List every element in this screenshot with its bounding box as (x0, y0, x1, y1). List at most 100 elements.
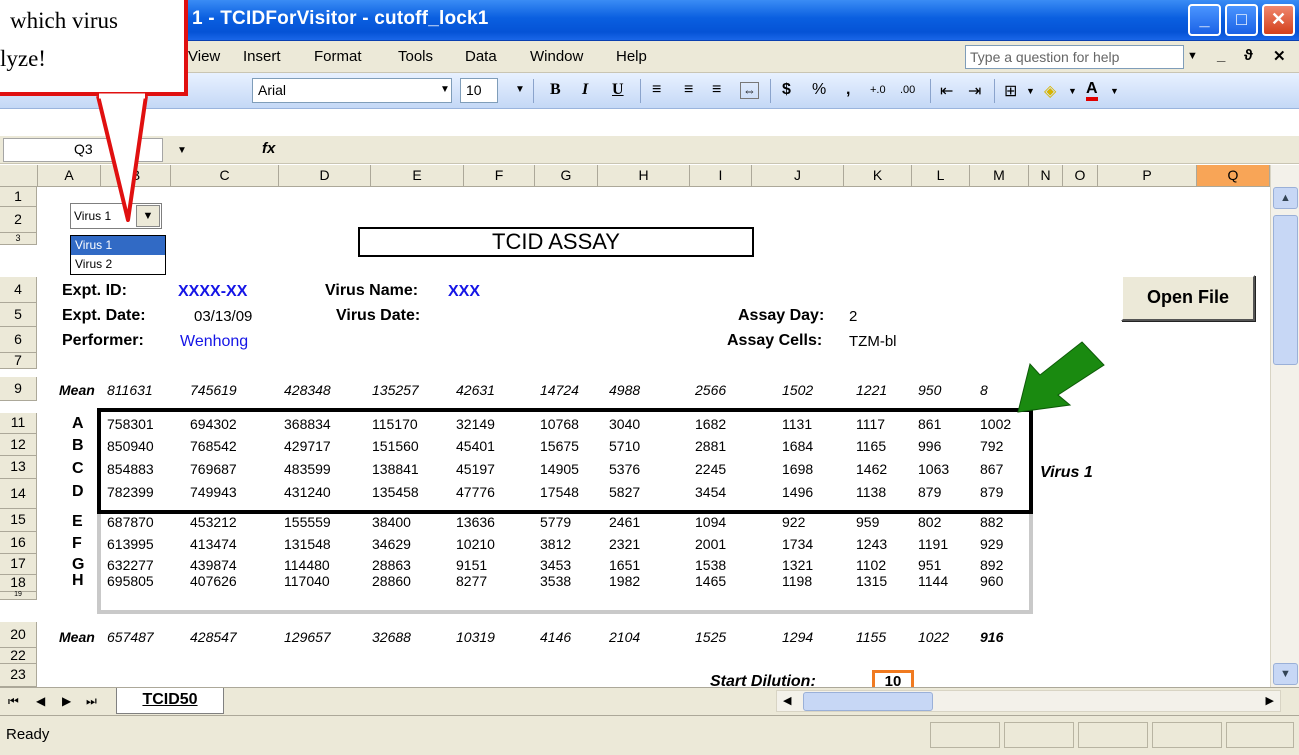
decrease-decimal-button[interactable]: .00 (900, 84, 915, 96)
row-header[interactable]: 6 (0, 327, 37, 353)
close-button[interactable]: ✕ (1262, 4, 1295, 36)
row-header[interactable]: 22 (0, 648, 37, 664)
performer-value[interactable]: Wenhong (180, 333, 248, 351)
decrease-indent-icon[interactable]: ⇤ (940, 81, 953, 101)
menu-format[interactable]: Format (314, 48, 362, 65)
chevron-down-icon[interactable]: ▼ (136, 205, 160, 227)
menu-insert[interactable]: Insert (243, 48, 281, 65)
doc-minimize-button[interactable]: _ (1217, 47, 1225, 64)
font-size-select[interactable]: 10 (460, 78, 498, 103)
doc-restore-button[interactable]: ϑ (1244, 47, 1253, 64)
menu-window[interactable]: Window (530, 48, 583, 65)
column-header[interactable]: F (464, 165, 535, 187)
italic-button[interactable]: I (582, 81, 588, 99)
scroll-right-icon[interactable]: ▶ (1266, 694, 1274, 707)
align-center-icon[interactable]: ≡ (684, 81, 693, 99)
row-header[interactable]: 2 (0, 207, 37, 233)
row-header[interactable]: 7 (0, 353, 37, 369)
last-sheet-icon[interactable]: ⏭ (86, 694, 97, 709)
scroll-thumb[interactable] (803, 692, 933, 711)
row-header[interactable]: 15 (0, 509, 37, 532)
column-header[interactable]: D (279, 165, 371, 187)
fill-color-icon[interactable]: ◈ (1044, 81, 1056, 101)
font-color-button[interactable]: A (1086, 81, 1098, 101)
row-header[interactable]: 4 (0, 277, 37, 303)
expt-id-value[interactable]: XXXX-XX (178, 283, 247, 301)
row-header[interactable]: 18 (0, 575, 37, 592)
currency-button[interactable]: $ (782, 81, 791, 99)
virus-option[interactable]: Virus 2 (71, 255, 165, 274)
name-box[interactable]: Q3 (3, 138, 163, 162)
menu-help[interactable]: Help (616, 48, 647, 65)
align-left-icon[interactable]: ≡ (652, 81, 661, 99)
column-header[interactable]: K (844, 165, 912, 187)
select-all-corner[interactable] (0, 165, 38, 187)
virus-options-list[interactable]: Virus 1 Virus 2 (70, 235, 166, 275)
row-header[interactable]: 3 (0, 233, 37, 245)
column-header-active[interactable]: Q (1197, 165, 1270, 187)
column-header[interactable]: O (1063, 165, 1098, 187)
scroll-thumb[interactable] (1273, 215, 1298, 365)
column-header[interactable]: A (38, 165, 101, 187)
size-dropdown-icon[interactable]: ▼ (515, 84, 525, 95)
borders-dropdown-icon[interactable]: ▼ (1026, 86, 1035, 96)
horizontal-scrollbar[interactable]: ◀ ▶ (776, 690, 1281, 712)
column-header[interactable]: C (171, 165, 279, 187)
align-right-icon[interactable]: ≡ (712, 81, 721, 99)
underline-button[interactable]: U (612, 81, 624, 99)
assay-cells-value[interactable]: TZM-bl (849, 333, 897, 350)
spreadsheet-grid[interactable]: A B C D E F G H I J K L M N O P Q 1 2 3 … (0, 165, 1299, 687)
column-header[interactable]: I (690, 165, 752, 187)
increase-indent-icon[interactable]: ⇥ (968, 81, 981, 101)
vertical-scrollbar[interactable]: ▲ ▼ (1270, 165, 1299, 687)
doc-close-button[interactable]: ✕ (1273, 47, 1286, 65)
menu-data[interactable]: Data (465, 48, 497, 65)
increase-decimal-button[interactable]: +.0 (870, 84, 886, 96)
font-color-dropdown-icon[interactable]: ▼ (1110, 86, 1119, 96)
column-header[interactable]: G (535, 165, 598, 187)
column-header[interactable]: M (970, 165, 1029, 187)
scroll-left-icon[interactable]: ◀ (783, 694, 791, 707)
borders-icon[interactable]: ⊞ (1004, 81, 1017, 101)
prev-sheet-icon[interactable]: ◀ (36, 694, 45, 708)
virus-name-value[interactable]: XXX (448, 283, 480, 301)
start-dilution-field[interactable]: 10 (872, 670, 914, 687)
font-name-select[interactable]: Arial (252, 78, 452, 103)
first-sheet-icon[interactable]: ⏮ (8, 694, 19, 709)
virus-select[interactable]: Virus 1 ▼ (70, 203, 162, 229)
font-dropdown-icon[interactable]: ▼ (440, 84, 450, 95)
help-dropdown-icon[interactable]: ▼ (1187, 50, 1198, 62)
percent-button[interactable]: % (812, 81, 826, 99)
bold-button[interactable]: B (550, 81, 561, 99)
next-sheet-icon[interactable]: ▶ (62, 694, 71, 708)
row-header[interactable]: 17 (0, 554, 37, 575)
open-file-button[interactable]: Open File (1121, 275, 1255, 321)
minimize-button[interactable]: _ (1188, 4, 1221, 36)
scroll-down-icon[interactable]: ▼ (1273, 663, 1298, 685)
column-header[interactable]: L (912, 165, 970, 187)
help-search-input[interactable]: Type a question for help (965, 45, 1184, 69)
scroll-up-icon[interactable]: ▲ (1273, 187, 1298, 209)
row-header[interactable]: 9 (0, 377, 37, 401)
row-header[interactable]: 16 (0, 532, 37, 554)
column-header[interactable]: J (752, 165, 844, 187)
row-header[interactable]: 1 (0, 187, 37, 207)
merge-center-icon[interactable]: ⇔ (740, 82, 759, 99)
column-header[interactable]: E (371, 165, 464, 187)
column-header[interactable]: H (598, 165, 690, 187)
row-header[interactable]: 5 (0, 303, 37, 327)
menu-tools[interactable]: Tools (398, 48, 433, 65)
name-box-dropdown-icon[interactable]: ▼ (177, 145, 187, 156)
row-header[interactable]: 19 (0, 591, 37, 600)
maximize-button[interactable]: □ (1225, 4, 1258, 36)
comma-button[interactable]: , (846, 81, 850, 99)
virus-option[interactable]: Virus 1 (71, 236, 165, 255)
menu-view[interactable]: View (188, 48, 220, 65)
row-header[interactable]: 12 (0, 434, 37, 456)
row-header[interactable]: 23 (0, 664, 37, 687)
assay-day-value[interactable]: 2 (849, 308, 857, 325)
column-header[interactable]: B (101, 165, 171, 187)
row-header[interactable]: 14 (0, 479, 37, 509)
row-header[interactable]: 13 (0, 456, 37, 479)
fx-icon[interactable]: fx (262, 140, 275, 157)
